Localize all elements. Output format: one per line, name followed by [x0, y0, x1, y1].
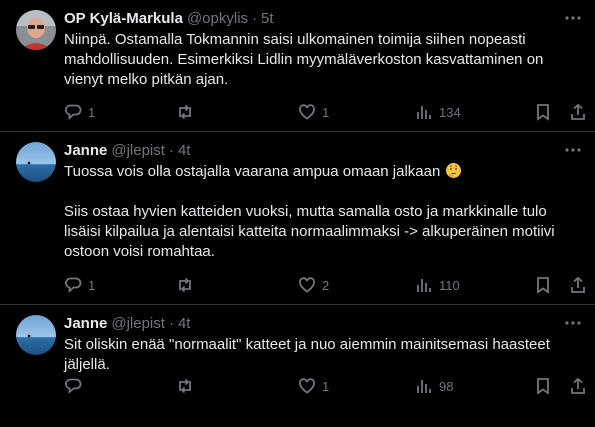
like-count: 1 [322, 378, 330, 394]
share-icon [571, 103, 585, 120]
separator-dot: · [168, 314, 174, 332]
reply-icon [64, 277, 82, 293]
bookmark-icon [537, 277, 549, 294]
views-icon [417, 279, 431, 292]
share-button[interactable] [569, 276, 587, 294]
bookmark-button[interactable] [534, 276, 552, 294]
bookmark-button[interactable] [534, 103, 552, 121]
heart-icon [299, 104, 315, 120]
tweet[interactable]: OP Kylä-Markula @opkylis · 5t Niinpä. Os… [0, 0, 595, 132]
reply-button[interactable]: 1 [64, 276, 95, 294]
like-button[interactable]: 1 [298, 377, 329, 395]
share-button[interactable] [569, 377, 587, 395]
thinking-face-icon [445, 162, 462, 179]
separator-dot: · [168, 141, 174, 159]
views-icon [417, 106, 431, 119]
tweet[interactable]: Janne @jlepist · 4t Sit oliskin enää "no… [0, 305, 595, 427]
views-count: 98 [439, 378, 454, 394]
views-button[interactable]: 134 [415, 103, 461, 121]
author-handle[interactable]: @jlepist [111, 315, 165, 332]
share-icon [571, 276, 585, 293]
author-name[interactable]: Janne [64, 142, 107, 159]
tweet-text: Sit oliskin enää "normaalit" katteet ja … [64, 336, 555, 373]
views-count: 110 [439, 277, 460, 293]
share-icon [571, 377, 585, 394]
more-dots-icon[interactable] [563, 8, 583, 28]
timestamp[interactable]: 4t [178, 315, 191, 332]
reply-icon [64, 378, 82, 394]
avatar[interactable] [16, 315, 56, 355]
more-dots-icon[interactable] [563, 313, 583, 333]
avatar[interactable] [16, 10, 56, 50]
reply-count: 1 [88, 104, 96, 120]
tweet[interactable]: Janne @jlepist · 4t Tuossa vois olla ost… [0, 132, 595, 305]
reply-icon [64, 104, 82, 120]
retweet-icon [179, 104, 191, 120]
bookmark-icon [537, 104, 549, 121]
reply-button[interactable] [64, 377, 88, 395]
timestamp[interactable]: 4t [178, 142, 191, 159]
author-name[interactable]: OP Kylä-Markula [64, 10, 183, 27]
author-name[interactable]: Janne [64, 315, 107, 332]
like-count: 1 [322, 104, 330, 120]
author-handle[interactable]: @opkylis [187, 10, 248, 27]
tweet-text-paragraph: Siis ostaa hyvien katteiden vuoksi, mutt… [64, 203, 559, 260]
reply-count: 1 [88, 277, 96, 293]
retweet-button[interactable] [176, 377, 200, 395]
separator-dot: · [252, 9, 258, 27]
retweet-icon [179, 378, 191, 394]
tweet-text-line: Tuossa vois olla ostajalla vaarana ampua… [64, 163, 441, 180]
more-dots-icon[interactable] [563, 140, 583, 160]
tweet-text: Tuossa vois olla ostajalla vaarana ampua… [64, 162, 579, 262]
avatar[interactable] [16, 142, 56, 182]
views-icon [417, 380, 431, 393]
views-count: 134 [439, 104, 461, 120]
views-button[interactable]: 98 [415, 377, 453, 395]
views-button[interactable]: 110 [415, 276, 460, 294]
retweet-icon [179, 277, 191, 293]
retweet-button[interactable] [176, 276, 200, 294]
bookmark-button[interactable] [534, 377, 552, 395]
like-button[interactable]: 2 [298, 276, 329, 294]
like-button[interactable]: 1 [298, 103, 329, 121]
retweet-button[interactable] [176, 103, 200, 121]
like-count: 2 [322, 277, 330, 293]
bookmark-icon [537, 378, 549, 395]
tweet-text: Niinpä. Ostamalla Tokmannin saisi ulkoma… [64, 31, 548, 88]
heart-icon [299, 277, 315, 293]
share-button[interactable] [569, 103, 587, 121]
reply-button[interactable]: 1 [64, 103, 95, 121]
timestamp[interactable]: 5t [261, 10, 274, 27]
heart-icon [299, 378, 315, 394]
author-handle[interactable]: @jlepist [111, 142, 165, 159]
